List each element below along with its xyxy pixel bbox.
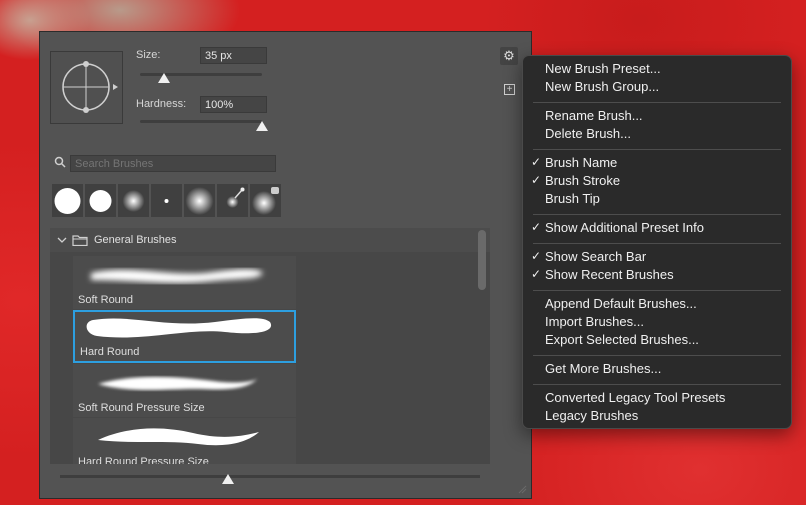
recent-brush-soft-round-large[interactable]	[184, 184, 215, 217]
menu-item-rename-brush[interactable]: Rename Brush...	[545, 108, 643, 123]
checkmark-icon: ✓	[531, 220, 542, 234]
gear-icon[interactable]: ⚙	[500, 47, 518, 65]
menu-item-label: Brush Stroke	[545, 173, 621, 188]
menu-item-get-more-brushes[interactable]: Get More Brushes...	[545, 361, 661, 376]
menu-item-label: Legacy Brushes	[545, 408, 639, 423]
menu-item-label: Show Additional Preset Info	[545, 220, 704, 235]
menu-item-new-brush-preset[interactable]: New Brush Preset...	[545, 61, 661, 76]
chevron-down-icon[interactable]	[56, 234, 68, 246]
brush-tip-circle-icon	[62, 61, 118, 113]
brush-item-hard-round[interactable]: Hard Round	[73, 310, 296, 363]
menu-item-label: Brush Name	[545, 155, 618, 170]
recent-brush-soft-round-small[interactable]	[118, 184, 149, 217]
menu-separator	[533, 149, 781, 150]
menu-separator	[533, 214, 781, 215]
recent-brush-dot[interactable]	[151, 184, 182, 217]
menu-item-label: New Brush Preset...	[545, 61, 661, 76]
brush-group-name: General Brushes	[94, 234, 177, 246]
menu-item-label: Show Recent Brushes	[545, 267, 674, 282]
menu-item-label: Converted Legacy Tool Presets	[545, 390, 726, 405]
brush-item-soft-round[interactable]: Soft Round	[73, 256, 296, 309]
recent-brush-hard-round[interactable]	[52, 184, 83, 217]
menu-item-brush-stroke[interactable]: ✓ Brush Stroke	[531, 173, 621, 188]
brush-list-scrollbar[interactable]	[478, 230, 486, 290]
menu-item-brush-tip[interactable]: Brush Tip	[545, 191, 600, 206]
brush-item-soft-round-pressure-size[interactable]: Soft Round Pressure Size	[73, 364, 296, 417]
hardness-slider-track[interactable]	[140, 120, 262, 123]
checkmark-icon: ✓	[531, 155, 542, 169]
menu-item-show-additional-preset-info[interactable]: ✓ Show Additional Preset Info	[531, 220, 704, 235]
brush-item-hard-round-pressure-size[interactable]: Hard Round Pressure Size	[73, 418, 296, 464]
menu-item-label: Append Default Brushes...	[545, 296, 697, 311]
menu-item-show-recent-brushes[interactable]: ✓ Show Recent Brushes	[531, 267, 674, 282]
preview-size-slider-track[interactable]	[60, 475, 480, 478]
menu-item-label: Rename Brush...	[545, 108, 643, 123]
menu-item-delete-brush[interactable]: Delete Brush...	[545, 126, 631, 141]
menu-item-show-search-bar[interactable]: ✓ Show Search Bar	[531, 249, 647, 264]
search-icon	[54, 156, 66, 168]
menu-item-append-default-brushes[interactable]: Append Default Brushes...	[545, 296, 697, 311]
checkmark-icon: ✓	[531, 267, 542, 281]
brush-name: Hard Round	[80, 346, 140, 358]
recent-brush-airbrush[interactable]	[217, 184, 248, 217]
menu-item-label: Import Brushes...	[545, 314, 644, 329]
search-brushes-input[interactable]	[70, 155, 276, 172]
menu-item-label: Show Search Bar	[545, 249, 647, 264]
menu-item-label: Brush Tip	[545, 191, 600, 206]
menu-item-converted-legacy-tool-presets[interactable]: Converted Legacy Tool Presets	[545, 390, 725, 405]
size-label: Size:	[136, 49, 161, 61]
hardness-field[interactable]: 100%	[200, 96, 267, 113]
menu-item-legacy-brushes[interactable]: Legacy Brushes	[545, 408, 638, 423]
menu-separator	[533, 290, 781, 291]
resize-grip-icon[interactable]	[517, 484, 527, 494]
brush-name: Soft Round	[78, 294, 134, 306]
checkmark-icon: ✓	[531, 173, 542, 187]
checkmark-icon: ✓	[531, 249, 542, 263]
hardness-label: Hardness:	[136, 98, 187, 110]
brush-angle-preview[interactable]	[50, 51, 123, 124]
menu-item-label: Get More Brushes...	[545, 361, 662, 376]
menu-separator	[533, 355, 781, 356]
brush-name: Hard Round Pressure Size	[78, 456, 209, 464]
menu-item-label: Delete Brush...	[545, 126, 631, 141]
menu-item-export-selected-brushes[interactable]: Export Selected Brushes...	[545, 332, 699, 347]
menu-item-label: New Brush Group...	[545, 79, 660, 94]
menu-separator	[533, 102, 781, 103]
recent-brush-hard-round-small[interactable]	[85, 184, 116, 217]
menu-item-brush-name[interactable]: ✓ Brush Name	[531, 155, 618, 170]
menu-separator	[533, 243, 781, 244]
menu-separator	[533, 384, 781, 385]
recent-brush-spatter[interactable]	[250, 184, 281, 217]
menu-item-new-brush-group[interactable]: New Brush Group...	[545, 79, 659, 94]
menu-item-label: Export Selected Brushes...	[545, 332, 699, 347]
brush-name: Soft Round Pressure Size	[78, 402, 205, 414]
menu-item-import-brushes[interactable]: Import Brushes...	[545, 314, 644, 329]
folder-icon	[72, 235, 88, 246]
size-field[interactable]: 35 px	[200, 47, 267, 64]
brush-settings-panel: Size: 35 px Hardness: 100% ⚙ + Ge	[39, 31, 532, 499]
new-brush-icon[interactable]: +	[504, 84, 515, 95]
brush-panel-flyout-menu: New Brush Preset... New Brush Group... Ren…	[522, 55, 792, 429]
brush-group-row[interactable]: General Brushes	[50, 228, 490, 252]
brush-list: General Brushes Soft Round Hard Round So…	[50, 228, 490, 464]
